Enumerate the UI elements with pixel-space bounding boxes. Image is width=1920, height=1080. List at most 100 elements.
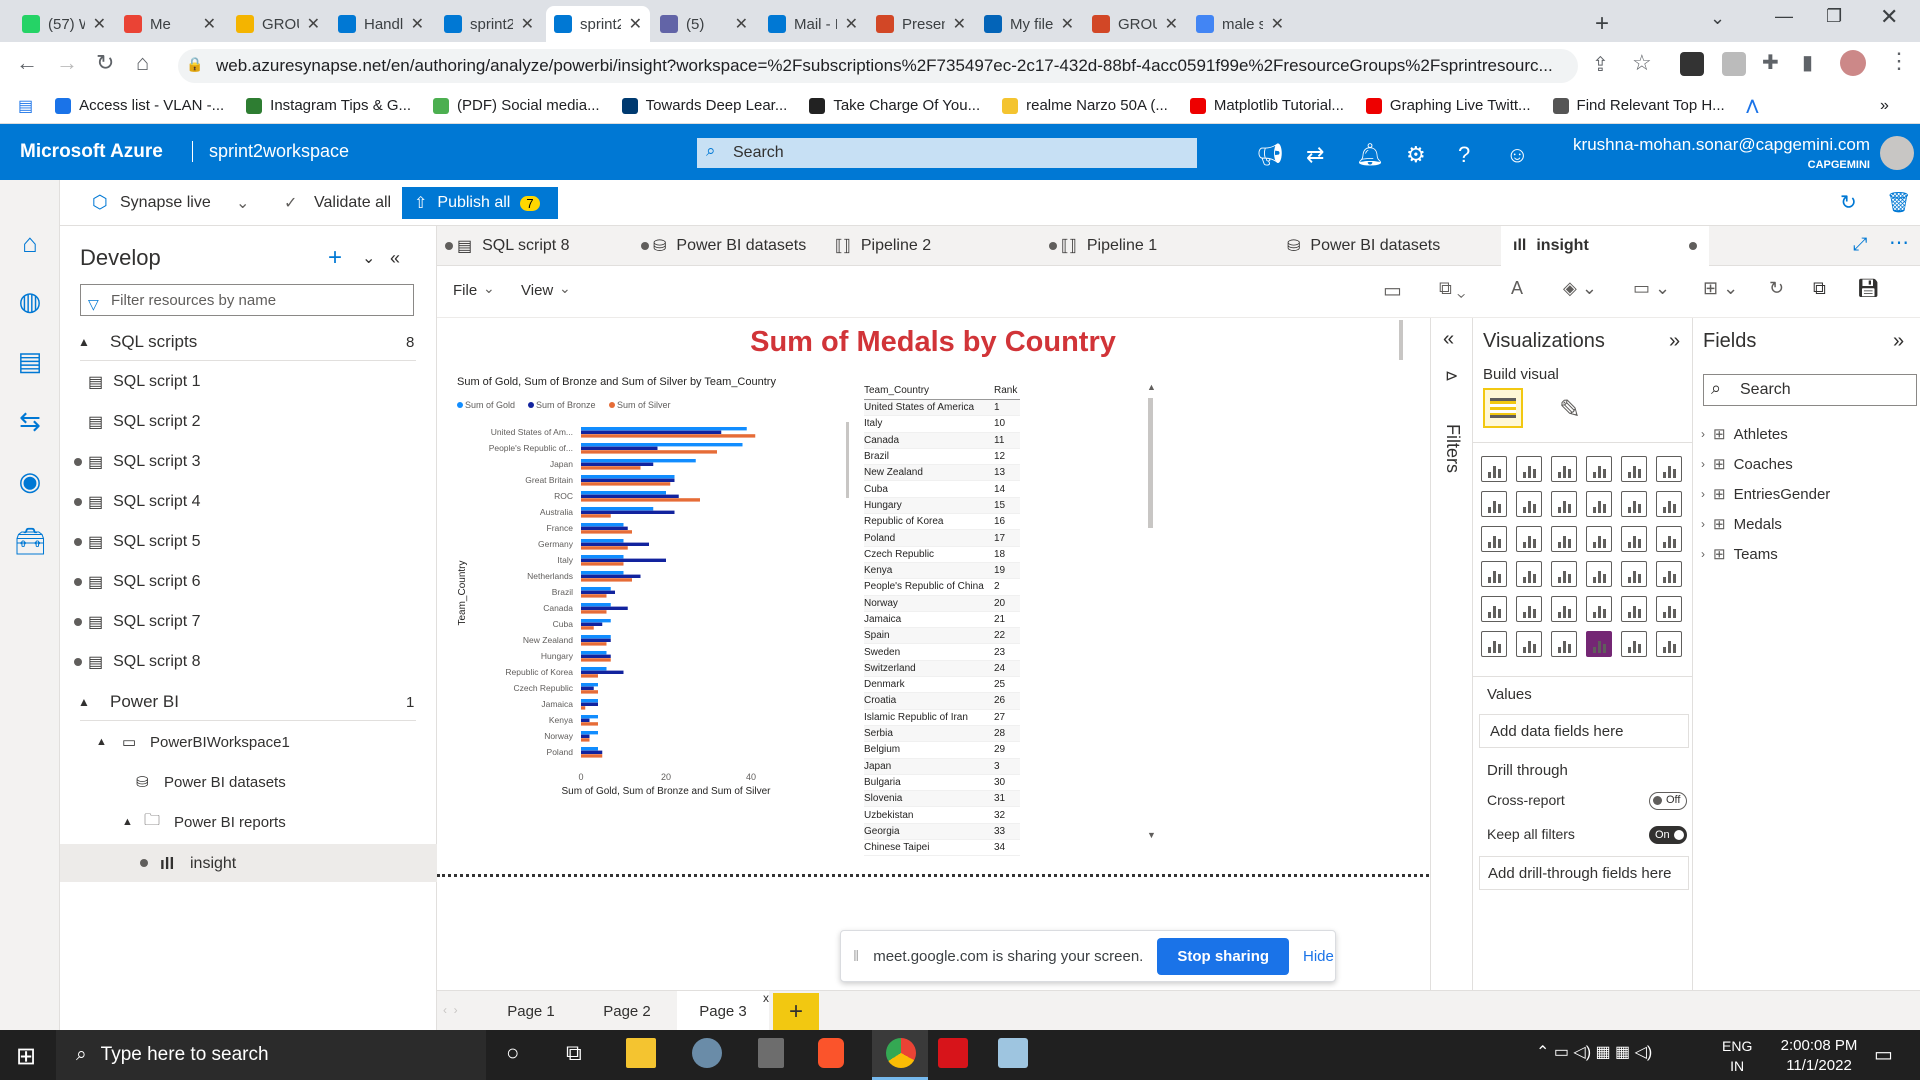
line-chart-icon[interactable]: [1481, 491, 1507, 517]
app-icon[interactable]: [998, 1038, 1028, 1068]
more-bookmarks-icon[interactable]: »: [1880, 97, 1889, 115]
table-row[interactable]: Slovenia 31: [864, 791, 1020, 808]
powerbi-reports-item[interactable]: Power BI reports: [174, 804, 286, 840]
filters-label[interactable]: Filters: [1442, 424, 1463, 473]
chevron-right-icon[interactable]: ›: [1701, 547, 1705, 561]
build-visual-tab[interactable]: [1483, 388, 1523, 428]
rank-table[interactable]: Team_Country Rank United States of Ameri…: [864, 382, 1020, 857]
bar[interactable]: [581, 667, 607, 671]
100-bar-icon[interactable]: [1621, 456, 1647, 482]
add-resource-icon[interactable]: +: [328, 240, 342, 276]
collapse-panel-icon[interactable]: «: [390, 240, 400, 276]
multirow-card-icon[interactable]: [1621, 561, 1647, 587]
insight-item[interactable]: [60, 844, 437, 882]
file-explorer-icon[interactable]: [626, 1038, 656, 1068]
bookmark-item[interactable]: (PDF) Social media...: [433, 97, 600, 114]
caret-down-icon[interactable]: ▲: [122, 804, 133, 840]
integrate-icon[interactable]: ⇆: [14, 406, 46, 438]
editor-tab[interactable]: ⛁ Power BI datasets: [653, 226, 806, 266]
table-row[interactable]: Canada 11: [864, 432, 1020, 449]
shapes-icon[interactable]: ◈ ⌄: [1563, 278, 1597, 299]
bar[interactable]: [581, 651, 607, 655]
brave-icon[interactable]: [818, 1038, 844, 1068]
chevron-right-icon[interactable]: ›: [1701, 427, 1705, 441]
hide-button[interactable]: Hide: [1303, 948, 1334, 965]
notification-icon[interactable]: ▭: [1874, 1042, 1893, 1067]
power-bi-section[interactable]: Power BI: [110, 684, 179, 720]
key-influencers-icon[interactable]: [1586, 596, 1612, 622]
tray-icons[interactable]: ⌃ ▭ ◁) ▦ ▦ ◁): [1536, 1042, 1652, 1062]
table-row[interactable]: Czech Republic 18: [864, 547, 1020, 563]
browser-tab[interactable]: Present ✕: [868, 6, 974, 42]
kpi-icon[interactable]: [1656, 561, 1682, 587]
browser-menu-icon[interactable]: ⋮: [1888, 48, 1910, 74]
bar[interactable]: [581, 754, 603, 758]
home-icon[interactable]: ⌂: [14, 228, 46, 260]
browser-tab[interactable]: Mail - P ✕: [760, 6, 866, 42]
visual-icon[interactable]: ⊞ ⌄: [1703, 278, 1738, 299]
clock[interactable]: 2:00:08 PM 11/1/2022: [1766, 1036, 1872, 1076]
publish-all-button[interactable]: ⇧ Publish all 7: [402, 187, 558, 219]
browser-tab[interactable]: Me ✕: [116, 6, 224, 42]
power-apps-icon[interactable]: [1586, 631, 1612, 657]
browser-tab[interactable]: My files ✕: [976, 6, 1082, 42]
bar[interactable]: [581, 507, 654, 511]
bookmark-item[interactable]: Access list - VLAN -...: [55, 97, 224, 114]
bar[interactable]: [581, 670, 624, 674]
donut-icon[interactable]: [1621, 526, 1647, 552]
table-row[interactable]: Spain 22: [864, 628, 1020, 645]
puzzle-icon[interactable]: ✚: [1762, 50, 1779, 75]
bar[interactable]: [581, 750, 603, 754]
bookmark-item[interactable]: Instagram Tips & G...: [246, 97, 411, 114]
100-column-icon[interactable]: [1656, 456, 1682, 482]
bar[interactable]: [581, 478, 675, 482]
bar[interactable]: [581, 594, 607, 598]
editor-tab[interactable]: ıll insight: [1501, 226, 1709, 266]
legend-label[interactable]: Sum of Bronze: [536, 400, 596, 410]
view-menu[interactable]: View: [521, 282, 553, 299]
bar[interactable]: [581, 734, 590, 738]
bar[interactable]: [581, 603, 611, 607]
monitor-icon[interactable]: ◉: [14, 466, 46, 498]
bar[interactable]: [581, 654, 611, 658]
table-row[interactable]: Poland 17: [864, 530, 1020, 547]
bar[interactable]: [581, 715, 598, 719]
bar[interactable]: [581, 610, 607, 614]
acrobat-icon[interactable]: [938, 1038, 968, 1068]
field-table-item[interactable]: › ⊞ Teams: [1701, 542, 1778, 566]
maximize-icon[interactable]: ❐: [1826, 6, 1842, 27]
announcement-icon[interactable]: 📢︎: [1256, 142, 1284, 168]
filled-map-icon[interactable]: [1516, 561, 1542, 587]
table-row[interactable]: Georgia 33: [864, 823, 1020, 841]
browser-tab[interactable]: (57) Wh ✕: [14, 6, 114, 42]
browser-tab[interactable]: sprint2v ✕: [546, 6, 650, 42]
table-row[interactable]: Brazil 12: [864, 449, 1020, 466]
browser-tab[interactable]: GROUP ✕: [1084, 6, 1186, 42]
bar[interactable]: [581, 466, 641, 470]
sql-script-item[interactable]: ▤ SQL script 8: [88, 644, 388, 680]
bar[interactable]: [581, 459, 696, 463]
bookmark-item[interactable]: Find Relevant Top H...: [1552, 97, 1725, 114]
bookmark-item[interactable]: Towards Deep Lear...: [621, 97, 787, 114]
table-header-rank[interactable]: Rank: [994, 385, 1020, 396]
table-row[interactable]: People's Republic of China 2: [864, 579, 1020, 596]
bar[interactable]: [581, 539, 624, 543]
chevron-right-icon[interactable]: ›: [1701, 487, 1705, 501]
browser-tab[interactable]: (5) ✕: [652, 6, 756, 42]
table-row[interactable]: Islamic Republic of Iran 27: [864, 710, 1020, 726]
bar[interactable]: [581, 702, 598, 706]
close-tab-icon[interactable]: ✕: [735, 14, 748, 34]
save-icon[interactable]: 💾︎: [1857, 278, 1880, 299]
table-row[interactable]: Bulgaria 30: [864, 775, 1020, 792]
browser-tab[interactable]: GROUP ✕: [228, 6, 328, 42]
table-row[interactable]: Denmark 25: [864, 677, 1020, 694]
app-icon[interactable]: [692, 1038, 722, 1068]
narrative-icon[interactable]: [1481, 631, 1507, 657]
table-row[interactable]: Uzbekistan 32: [864, 807, 1020, 824]
card-icon[interactable]: [1586, 561, 1612, 587]
table-row[interactable]: Croatia 26: [864, 693, 1020, 710]
editor-tab[interactable]: ⛁ Power BI datasets: [1287, 226, 1440, 266]
stop-sharing-button[interactable]: Stop sharing: [1157, 937, 1290, 975]
comment-icon[interactable]: ▭: [1383, 278, 1402, 303]
field-table-item[interactable]: › ⊞ Medals: [1701, 512, 1782, 536]
